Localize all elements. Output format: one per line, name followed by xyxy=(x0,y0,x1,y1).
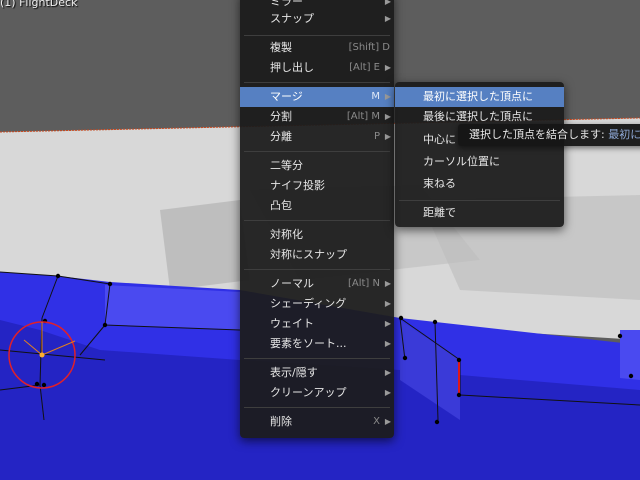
menu-item-label: 最後に選択した頂点に xyxy=(423,110,533,123)
selected-mesh-top-face xyxy=(105,285,240,330)
submenu-arrow-icon: ▶ xyxy=(384,92,391,101)
menu-item-shortcut: [Alt] E xyxy=(349,62,380,73)
menu-item-shortcut: M xyxy=(371,91,380,102)
submenu-arrow-icon: ▶ xyxy=(384,368,391,377)
menu-item-symmetrize[interactable]: 対称化 xyxy=(240,225,394,245)
submenu-arrow-icon: ▶ xyxy=(384,299,391,308)
menu-item-label: シェーディング xyxy=(270,297,347,310)
submenu-arrow-icon: ▶ xyxy=(384,388,391,397)
menu-item-label: 表示/隠す xyxy=(270,366,318,379)
menu-item-label: ミラー xyxy=(270,0,303,8)
menu-item-sort-elements[interactable]: 要素をソート... ▶ xyxy=(240,334,394,354)
menu-item-snap[interactable]: スナップ ▶ xyxy=(240,9,394,29)
menu-item-label: 押し出し xyxy=(270,61,314,74)
menu-item-label: 凸包 xyxy=(270,199,292,212)
menu-item-show-hide[interactable]: 表示/隠す ▶ xyxy=(240,363,394,383)
menu-item-shortcut: X xyxy=(373,416,380,427)
menu-item-label: マージ xyxy=(270,90,303,103)
menu-item-clean-up[interactable]: クリーンアップ ▶ xyxy=(240,383,394,403)
merge-collapse[interactable]: 束ねる xyxy=(395,174,564,194)
submenu-arrow-icon: ▶ xyxy=(384,63,391,72)
submenu-arrow-icon: ▶ xyxy=(384,279,391,288)
merge-tooltip: 選択した頂点を結合します: 最初に xyxy=(458,124,640,146)
menu-item-label: 削除 xyxy=(270,415,292,428)
menu-item-extrude[interactable]: 押し出し [Alt] E ▶ xyxy=(240,58,394,78)
merge-submenu: 最初に選択した頂点に 最後に選択した頂点に 中心に カーソル位置に 束ねる 距離… xyxy=(395,82,564,227)
menu-separator xyxy=(244,358,390,359)
menu-item-weights[interactable]: ウェイト ▶ xyxy=(240,314,394,334)
tooltip-text: 選択した頂点を結合します: xyxy=(469,128,609,141)
tooltip-value: 最初に xyxy=(608,128,640,141)
menu-item-label: ノーマル xyxy=(270,277,314,290)
submenu-arrow-icon: ▶ xyxy=(384,319,391,328)
menu-item-split[interactable]: 分割 [Alt] M ▶ xyxy=(240,107,394,127)
submenu-arrow-icon: ▶ xyxy=(384,14,391,23)
menu-separator xyxy=(244,220,390,221)
menu-item-label: 対称にスナップ xyxy=(270,248,347,261)
menu-item-shortcut: [Alt] N xyxy=(347,278,380,289)
menu-item-snap-to-symmetry[interactable]: 対称にスナップ xyxy=(240,245,394,265)
menu-item-merge[interactable]: マージ M ▶ xyxy=(240,87,394,107)
menu-item-shortcut: P xyxy=(373,131,380,142)
menu-item-label: 分離 xyxy=(270,130,292,143)
submenu-arrow-icon: ▶ xyxy=(384,339,391,348)
submenu-arrow-icon: ▶ xyxy=(384,417,391,426)
menu-item-label: 中心に xyxy=(423,133,456,146)
menu-item-convex-hull[interactable]: 凸包 xyxy=(240,196,394,216)
menu-item-label: 複製 xyxy=(270,41,292,54)
merge-at-cursor[interactable]: カーソル位置に xyxy=(395,152,564,172)
menu-item-normals[interactable]: ノーマル [Alt] N ▶ xyxy=(240,274,394,294)
menu-item-duplicate[interactable]: 複製 [Shift] D xyxy=(240,38,394,58)
selected-mesh-right-block xyxy=(620,330,640,380)
menu-item-delete[interactable]: 削除 X ▶ xyxy=(240,412,394,432)
menu-item-label: 分割 xyxy=(270,110,292,123)
edit-context-menu: ミラー ▶ スナップ ▶ 複製 [Shift] D 押し出し [Alt] E ▶… xyxy=(240,0,394,438)
viewport-object-label: (1) FlightDeck xyxy=(0,0,78,9)
menu-item-knife-project[interactable]: ナイフ投影 xyxy=(240,176,394,196)
merge-at-first[interactable]: 最初に選択した頂点に xyxy=(395,87,564,107)
menu-item-shading[interactable]: シェーディング ▶ xyxy=(240,294,394,314)
menu-item-label: 最初に選択した頂点に xyxy=(423,90,533,103)
menu-item-shortcut: [Shift] D xyxy=(348,42,390,53)
menu-item-label: ナイフ投影 xyxy=(270,179,325,192)
menu-item-label: 対称化 xyxy=(270,228,303,241)
menu-separator xyxy=(399,200,560,201)
menu-item-label: カーソル位置に xyxy=(423,155,500,168)
menu-item-separate[interactable]: 分離 P ▶ xyxy=(240,127,394,147)
merge-by-distance[interactable]: 距離で xyxy=(395,203,564,223)
menu-item-shortcut: [Alt] M xyxy=(346,111,380,122)
menu-item-bisect[interactable]: 二等分 xyxy=(240,156,394,176)
submenu-arrow-icon: ▶ xyxy=(384,132,391,141)
menu-separator xyxy=(244,269,390,270)
menu-separator xyxy=(244,82,390,83)
menu-separator xyxy=(244,151,390,152)
submenu-arrow-icon: ▶ xyxy=(384,112,391,121)
menu-item-label: ウェイト xyxy=(270,317,314,330)
menu-item-label: 距離で xyxy=(423,206,456,219)
menu-separator xyxy=(244,407,390,408)
menu-item-label: 要素をソート... xyxy=(270,337,347,350)
menu-item-label: 束ねる xyxy=(423,177,456,190)
menu-separator xyxy=(244,35,390,36)
menu-item-label: 二等分 xyxy=(270,159,303,172)
menu-item-label: スナップ xyxy=(270,12,314,25)
shadow-shape xyxy=(160,200,250,290)
menu-item-label: クリーンアップ xyxy=(270,386,347,399)
